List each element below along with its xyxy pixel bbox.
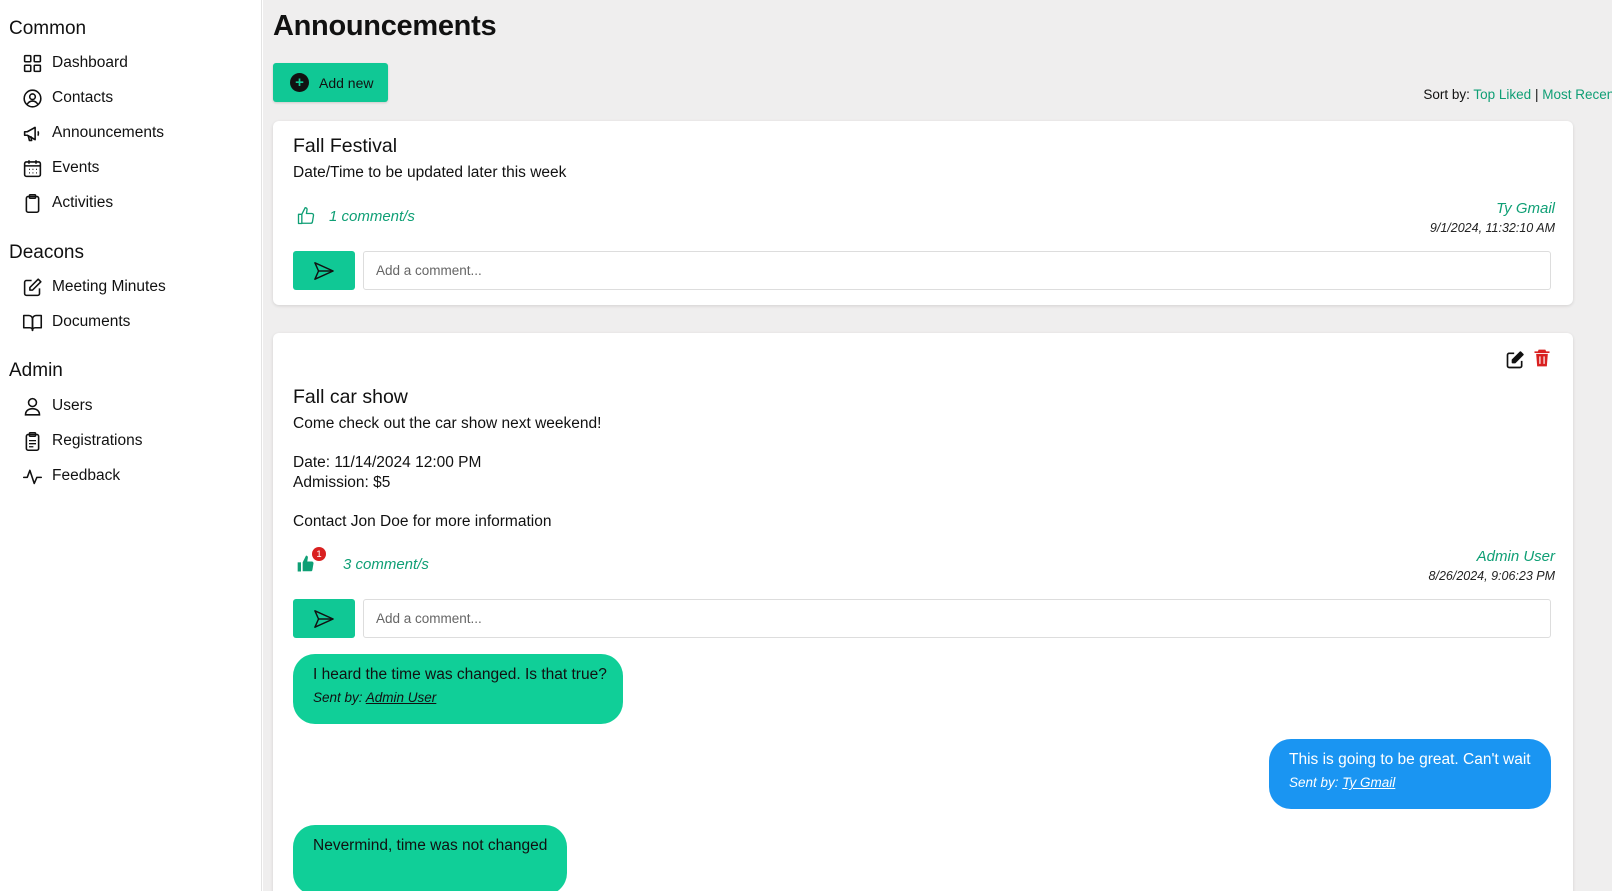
sort-separator: | <box>1534 87 1539 102</box>
sidebar-item-contacts[interactable]: Contacts <box>22 85 113 111</box>
sidebar-item-activities[interactable]: Activities <box>22 190 113 216</box>
like-count-badge: 1 <box>312 547 326 561</box>
announcement-timestamp: 8/26/2024, 9:06:23 PM <box>1428 569 1555 583</box>
dashboard-grid-icon <box>23 54 42 72</box>
comment-text: Nevermind, time was not changed <box>313 837 548 854</box>
sidebar-section-deacons: Deacons <box>9 242 84 263</box>
comment-count-link[interactable]: 3 comment/s <box>343 556 429 573</box>
comment-sender-link[interactable]: Admin User <box>366 690 437 705</box>
book-icon <box>22 314 43 331</box>
comment-sender-line: Sent by: Ty Gmail <box>1289 775 1531 790</box>
send-comment-button[interactable] <box>293 251 355 290</box>
person-icon <box>24 397 41 416</box>
comment-text: This is going to be great. Can't wait <box>1289 751 1531 768</box>
sidebar-item-registrations[interactable]: Registrations <box>22 428 142 454</box>
thumbs-up-outline-icon[interactable] <box>296 206 316 226</box>
comment-bubble: This is going to be great. Can't wait Se… <box>1269 739 1551 809</box>
sidebar-item-feedback[interactable]: Feedback <box>22 463 120 489</box>
sidebar-item-label: Users <box>52 397 93 414</box>
announcement-body: Come check out the car show next weekend… <box>293 415 602 530</box>
sidebar-section-admin: Admin <box>9 360 63 381</box>
main-content: Announcements + Add new Sort by: Top Lik… <box>263 0 1612 891</box>
sidebar-item-label: Feedback <box>52 467 121 484</box>
activity-pulse-icon <box>22 469 43 484</box>
announcement-title: Fall Festival <box>293 135 398 157</box>
announcement-timestamp: 9/1/2024, 11:32:10 AM <box>1429 221 1555 235</box>
sidebar-item-label: Announcements <box>52 124 165 141</box>
edit-square-icon <box>23 277 42 296</box>
add-new-button[interactable]: + Add new <box>273 63 388 102</box>
add-new-label: Add new <box>319 74 374 91</box>
plus-circle-icon: + <box>290 73 309 92</box>
announcement-author[interactable]: Ty Gmail <box>1496 200 1555 217</box>
sidebar-item-label: Registrations <box>52 432 143 449</box>
sidebar-item-dashboard[interactable]: Dashboard <box>22 50 128 76</box>
sidebar-item-meeting-minutes[interactable]: Meeting Minutes <box>22 274 166 300</box>
comment-text: I heard the time was changed. Is that tr… <box>313 666 607 683</box>
sort-top-liked-link[interactable]: Top Liked <box>1473 87 1531 102</box>
user-circle-icon <box>23 88 42 108</box>
sidebar-item-label: Documents <box>52 313 131 330</box>
page-title: Announcements <box>273 10 497 42</box>
trash-icon[interactable] <box>1532 348 1552 368</box>
sort-label: Sort by: <box>1423 87 1470 102</box>
sidebar-item-label: Contacts <box>52 89 114 106</box>
comment-count-link[interactable]: 1 comment/s <box>329 208 415 225</box>
calendar-icon <box>23 159 42 177</box>
comment-input[interactable] <box>363 599 1551 638</box>
sort-most-recent-link[interactable]: Most Recent <box>1542 87 1612 102</box>
sidebar-item-announcements[interactable]: Announcements <box>22 120 164 146</box>
sidebar-item-users[interactable]: Users <box>22 393 92 419</box>
sidebar: Common Dashboard Contacts Announcements … <box>0 0 262 891</box>
megaphone-icon <box>23 126 40 141</box>
announcement-card: Fall Festival Date/Time to be updated la… <box>273 121 1573 305</box>
comment-sender-link[interactable]: Ty Gmail <box>1342 775 1395 790</box>
announcement-card: Fall car show Come check out the car sho… <box>273 333 1573 891</box>
sidebar-section-common: Common <box>9 18 87 39</box>
send-arrow-icon <box>314 609 334 628</box>
sidebar-item-label: Events <box>52 159 100 176</box>
comment-input[interactable] <box>363 251 1551 290</box>
announcement-author[interactable]: Admin User <box>1477 548 1555 565</box>
sent-by-label: Sent by: <box>1289 775 1339 790</box>
send-arrow-icon <box>314 261 334 280</box>
sent-by-label: Sent by: <box>313 690 363 705</box>
announcement-title: Fall car show <box>293 386 408 408</box>
comment-bubble: I heard the time was changed. Is that tr… <box>293 654 623 724</box>
clipboard-list-icon <box>25 431 40 451</box>
comment-sender-line: Sent by: Admin User <box>313 690 603 705</box>
sidebar-item-documents[interactable]: Documents <box>22 309 130 335</box>
sidebar-item-events[interactable]: Events <box>22 155 99 181</box>
sidebar-item-label: Dashboard <box>52 54 128 71</box>
clipboard-icon <box>25 193 40 213</box>
send-comment-button[interactable] <box>293 599 355 638</box>
sidebar-item-label: Activities <box>52 194 114 211</box>
comment-bubble: Nevermind, time was not changed <box>293 825 567 891</box>
sidebar-item-label: Meeting Minutes <box>52 278 166 295</box>
edit-icon[interactable] <box>1505 350 1525 370</box>
sort-bar: Sort by: Top Liked | Most Recent <box>1423 87 1612 102</box>
announcement-body: Date/Time to be updated later this week <box>293 164 567 181</box>
